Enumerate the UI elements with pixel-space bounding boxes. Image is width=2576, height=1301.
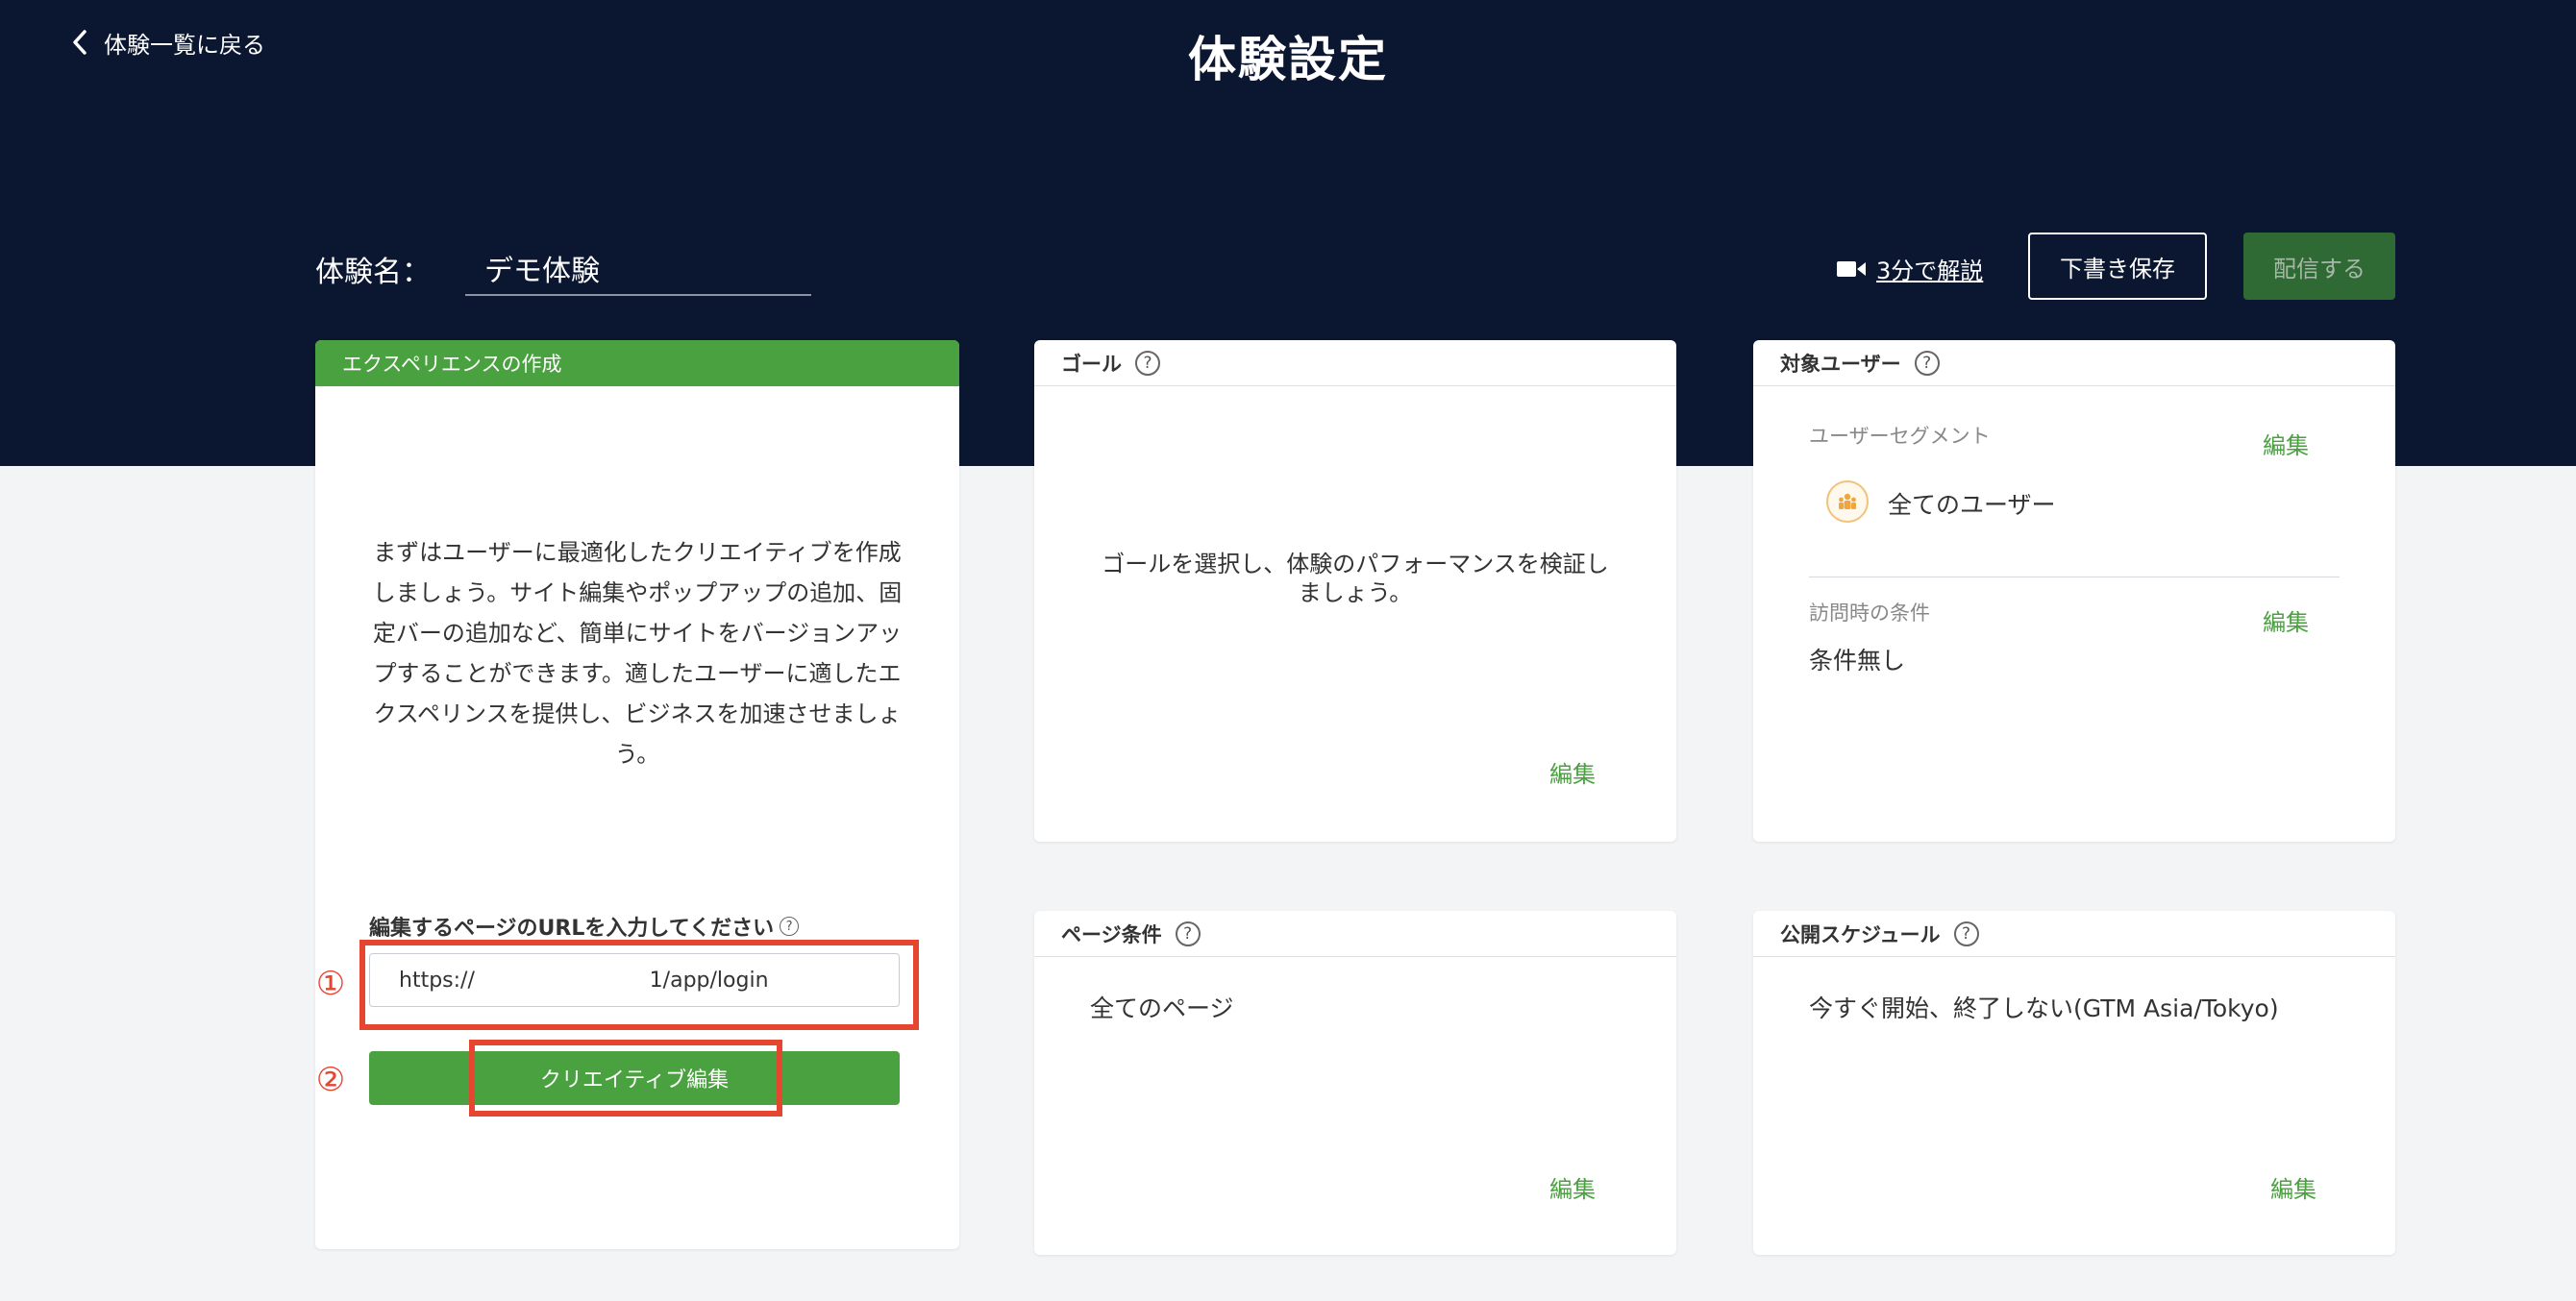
- page-condition-title: ページ条件: [1061, 922, 1162, 946]
- target-card-title: 対象ユーザー: [1780, 352, 1901, 376]
- experience-name-label: 体験名：: [315, 256, 431, 289]
- experience-name-field: [465, 242, 811, 296]
- goal-description: ゴールを選択し、体験のパフォーマンスを検証しましょう。: [1102, 551, 1609, 606]
- goal-card-title: ゴール: [1061, 352, 1122, 376]
- help-icon[interactable]: ?: [1914, 350, 1940, 376]
- video-explanation-link[interactable]: 3分で解説: [1836, 252, 1983, 285]
- help-icon[interactable]: ?: [1135, 350, 1160, 376]
- segment-value: 全てのユーザー: [1888, 491, 2056, 519]
- visit-condition-edit-link[interactable]: 編集: [2263, 603, 2309, 637]
- url-field-label: 編集するページのURLを入力してください ?: [369, 911, 800, 942]
- goal-card-header: ゴール ?: [1034, 340, 1676, 386]
- page-condition-card: ページ条件 ? 全てのページ 編集: [1034, 911, 1676, 1255]
- page-condition-header: ページ条件 ?: [1034, 911, 1676, 957]
- step-number-1: ①: [315, 965, 346, 1003]
- segment-label: ユーザーセグメント: [1809, 425, 1991, 448]
- publish-schedule-card: 公開スケジュール ? 今すぐ開始、終了しない(GTM Asia/Tokyo) 編…: [1753, 911, 2395, 1255]
- highlight-box-button: [469, 1040, 782, 1117]
- page-condition-value: 全てのページ: [1090, 994, 1234, 1022]
- page-condition-edit-link[interactable]: 編集: [1549, 1170, 1596, 1204]
- target-card-header: 対象ユーザー ?: [1753, 340, 2395, 386]
- url-label-text: 編集するページのURLを入力してください: [369, 917, 775, 941]
- help-icon[interactable]: ?: [1175, 921, 1201, 946]
- help-icon[interactable]: ?: [780, 917, 800, 936]
- publish-button[interactable]: 配信する: [2243, 233, 2395, 300]
- visit-condition-value: 条件無し: [1809, 647, 1906, 675]
- video-camera-icon: [1837, 260, 1866, 277]
- video-link-label: 3分で解説: [1876, 258, 1984, 284]
- step-number-2: ②: [315, 1061, 346, 1099]
- schedule-card-header: 公開スケジュール ?: [1753, 911, 2395, 957]
- segment-edit-link[interactable]: 編集: [2263, 427, 2309, 460]
- schedule-value: 今すぐ開始、終了しない(GTM Asia/Tokyo): [1809, 994, 2279, 1022]
- creation-description: まずはユーザーに最適化したクリエイティブを作成しましょう。サイト編集やポップアッ…: [372, 539, 903, 768]
- experience-name-input[interactable]: [465, 242, 811, 294]
- schedule-edit-link[interactable]: 編集: [2270, 1170, 2316, 1204]
- goal-card: ゴール ? ゴールを選択し、体験のパフォーマンスを検証しましょう。 編集: [1034, 340, 1676, 842]
- page-title: 体験設定: [1188, 32, 1388, 87]
- save-draft-button[interactable]: 下書き保存: [2028, 233, 2207, 300]
- highlight-box-url: [359, 940, 919, 1030]
- creation-card-title: エクスペリエンスの作成: [342, 353, 562, 376]
- visit-condition-label: 訪問時の条件: [1809, 601, 1930, 625]
- creation-card-header: エクスペリエンスの作成: [315, 340, 959, 386]
- goal-edit-link[interactable]: 編集: [1549, 755, 1596, 789]
- help-icon[interactable]: ?: [1953, 921, 1979, 946]
- schedule-card-title: 公開スケジュール: [1780, 922, 1941, 946]
- user-group-icon: [1826, 480, 1869, 523]
- target-users-card: 対象ユーザー ? ユーザーセグメント 編集 全てのユーザー 訪問時の条件 編集 …: [1753, 340, 2395, 842]
